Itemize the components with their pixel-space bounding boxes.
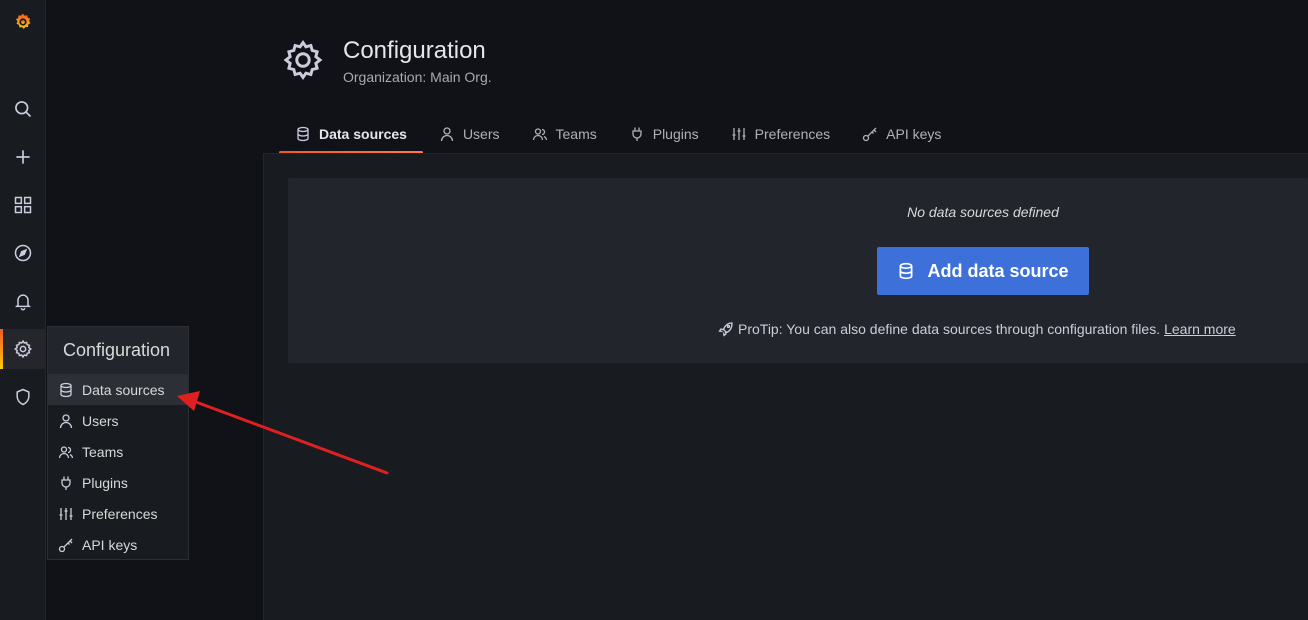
tab-teams[interactable]: Teams [516,116,613,152]
tab-api-keys[interactable]: API keys [846,116,957,152]
database-icon [897,262,915,280]
protip-text: ProTip: You can also define data sources… [738,321,1161,337]
tab-label: Plugins [652,126,699,142]
database-icon [58,382,74,398]
sliders-icon [58,506,74,522]
side-nav [0,0,46,620]
flyout-item-label: Plugins [82,474,128,491]
flyout-item-label: Data sources [82,381,165,398]
key-icon [862,126,878,142]
tab-label: Users [462,126,500,142]
users-icon [58,444,74,460]
tab-label: Preferences [754,126,831,142]
tab-label: Teams [555,126,597,142]
key-icon [58,537,74,553]
compass-icon[interactable] [0,233,46,273]
grafana-logo-icon[interactable] [0,2,46,42]
plug-icon [58,475,74,491]
sliders-icon [731,126,747,142]
dashboards-icon[interactable] [0,185,46,225]
tab-data-sources[interactable]: Data sources [279,116,423,154]
tab-label: Data sources [319,126,407,142]
page-title: Configuration [343,37,486,64]
flyout-item-label: API keys [82,536,138,553]
flyout-item-label: Teams [82,443,124,460]
user-icon [58,413,74,429]
gear-icon[interactable] [0,329,46,369]
flyout-title[interactable]: Configuration [48,327,188,374]
flyout-item-data-sources[interactable]: Data sources [48,374,188,405]
empty-list-card: No data sources defined Add data source … [288,178,1308,363]
flyout-item-plugins[interactable]: Plugins [48,467,188,498]
plug-icon [629,126,645,142]
tab-plugins[interactable]: Plugins [613,116,715,152]
add-data-source-button[interactable]: Add data source [877,247,1089,295]
add-data-source-label: Add data source [927,260,1069,281]
rocket-icon [718,321,734,337]
empty-state-title: No data sources defined [907,204,1059,220]
flyout-item-api-keys[interactable]: API keys [48,529,188,560]
page-subtitle: Organization: Main Org. [343,69,492,85]
flyout-item-label: Users [82,412,119,429]
flyout-item-preferences[interactable]: Preferences [48,498,188,529]
users-icon [532,126,548,142]
plus-icon[interactable] [0,137,46,177]
configuration-flyout-menu: Configuration Data sources Users Teams P… [47,326,189,560]
tab-preferences[interactable]: Preferences [715,116,846,152]
protip: ProTip: You can also define data sources… [718,321,1236,337]
database-icon [295,126,311,142]
tab-label: API keys [886,126,942,142]
tab-bar: Data sources Users Teams Plugins Prefere… [279,116,957,154]
tab-users[interactable]: Users [423,116,516,152]
flyout-item-users[interactable]: Users [48,405,188,436]
flyout-item-teams[interactable]: Teams [48,436,188,467]
learn-more-link[interactable]: Learn more [1164,321,1236,337]
bell-icon[interactable] [0,281,46,321]
gear-icon [283,40,323,80]
user-icon [439,126,455,142]
flyout-item-label: Preferences [82,505,158,522]
shield-icon[interactable] [0,377,46,417]
search-icon[interactable] [0,89,46,129]
